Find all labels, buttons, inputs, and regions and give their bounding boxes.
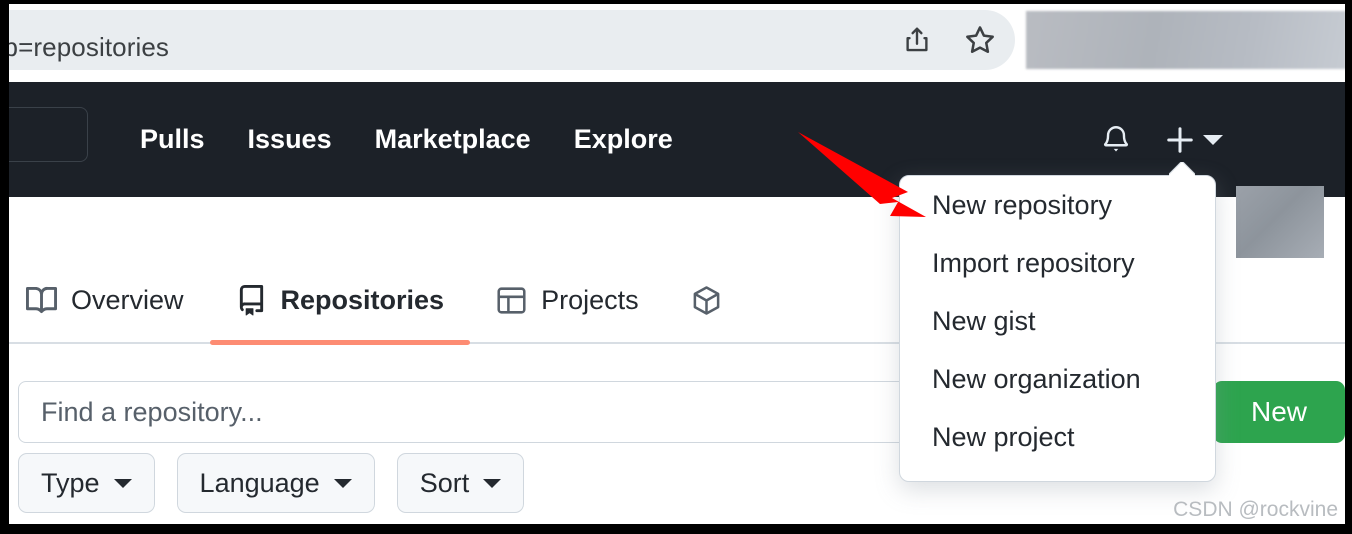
tab-overview-label: Overview (71, 284, 184, 315)
nav-link-pulls[interactable]: Pulls (140, 124, 205, 155)
book-icon (26, 285, 57, 316)
frame-bottom-edge (0, 524, 1352, 534)
chevron-down-icon[interactable] (1203, 135, 1223, 145)
filter-language-button[interactable]: Language (176, 453, 375, 513)
package-icon (691, 285, 722, 316)
chevron-down-icon (483, 478, 502, 488)
star-icon[interactable] (958, 18, 1002, 62)
bell-icon[interactable] (1095, 119, 1137, 161)
tab-projects-label: Projects (541, 284, 639, 315)
nav-link-explore[interactable]: Explore (574, 124, 673, 155)
screenshot-root: ab=repositories / Pulls Issues Marketpla… (0, 0, 1352, 534)
global-search-input[interactable]: / (0, 107, 88, 162)
nav-link-marketplace[interactable]: Marketplace (375, 124, 531, 155)
create-new-dropdown-menu: New repository Import repository New gis… (899, 175, 1216, 482)
share-icon[interactable] (895, 18, 939, 62)
menu-item-new-project[interactable]: New project (900, 408, 1215, 466)
filter-sort-label: Sort (419, 467, 470, 498)
tab-repositories-label: Repositories (280, 284, 445, 315)
filter-sort-button[interactable]: Sort (396, 453, 525, 513)
browser-chrome: ab=repositories (0, 0, 1352, 82)
repo-filters: Type Language Sort (18, 453, 525, 513)
new-repository-button[interactable]: New (1213, 381, 1345, 443)
table-icon (496, 285, 527, 316)
filter-type-label: Type (41, 467, 100, 498)
filter-type-button[interactable]: Type (18, 453, 155, 513)
frame-left-edge (0, 0, 9, 534)
menu-item-new-repository[interactable]: New repository (900, 176, 1215, 234)
tab-overview[interactable]: Overview (0, 257, 210, 343)
menu-item-import-repository[interactable]: Import repository (900, 234, 1215, 292)
watermark: CSDN @rockvine (1173, 498, 1338, 521)
global-nav-links: Pulls Issues Marketplace Explore (140, 82, 673, 197)
tab-packages[interactable] (665, 257, 762, 343)
menu-item-new-organization[interactable]: New organization (900, 350, 1215, 408)
nav-link-issues[interactable]: Issues (248, 124, 332, 155)
chevron-down-icon (113, 478, 132, 488)
frame-right-edge (1345, 0, 1352, 534)
frame-top-edge (0, 0, 1352, 4)
tab-repositories[interactable]: Repositories (209, 257, 471, 345)
plus-icon[interactable] (1162, 122, 1198, 158)
avatar[interactable] (1236, 186, 1324, 258)
browser-toolbar-blurred-region (1026, 11, 1346, 69)
menu-item-new-gist[interactable]: New gist (900, 292, 1215, 350)
repo-icon (236, 284, 267, 316)
chevron-down-icon (333, 478, 352, 488)
filter-language-label: Language (199, 467, 320, 498)
tab-projects[interactable]: Projects (470, 257, 665, 343)
address-bar[interactable]: ab=repositories (0, 10, 1015, 70)
dropdown-pointer (1169, 162, 1195, 176)
address-bar-text: ab=repositories (0, 32, 169, 62)
